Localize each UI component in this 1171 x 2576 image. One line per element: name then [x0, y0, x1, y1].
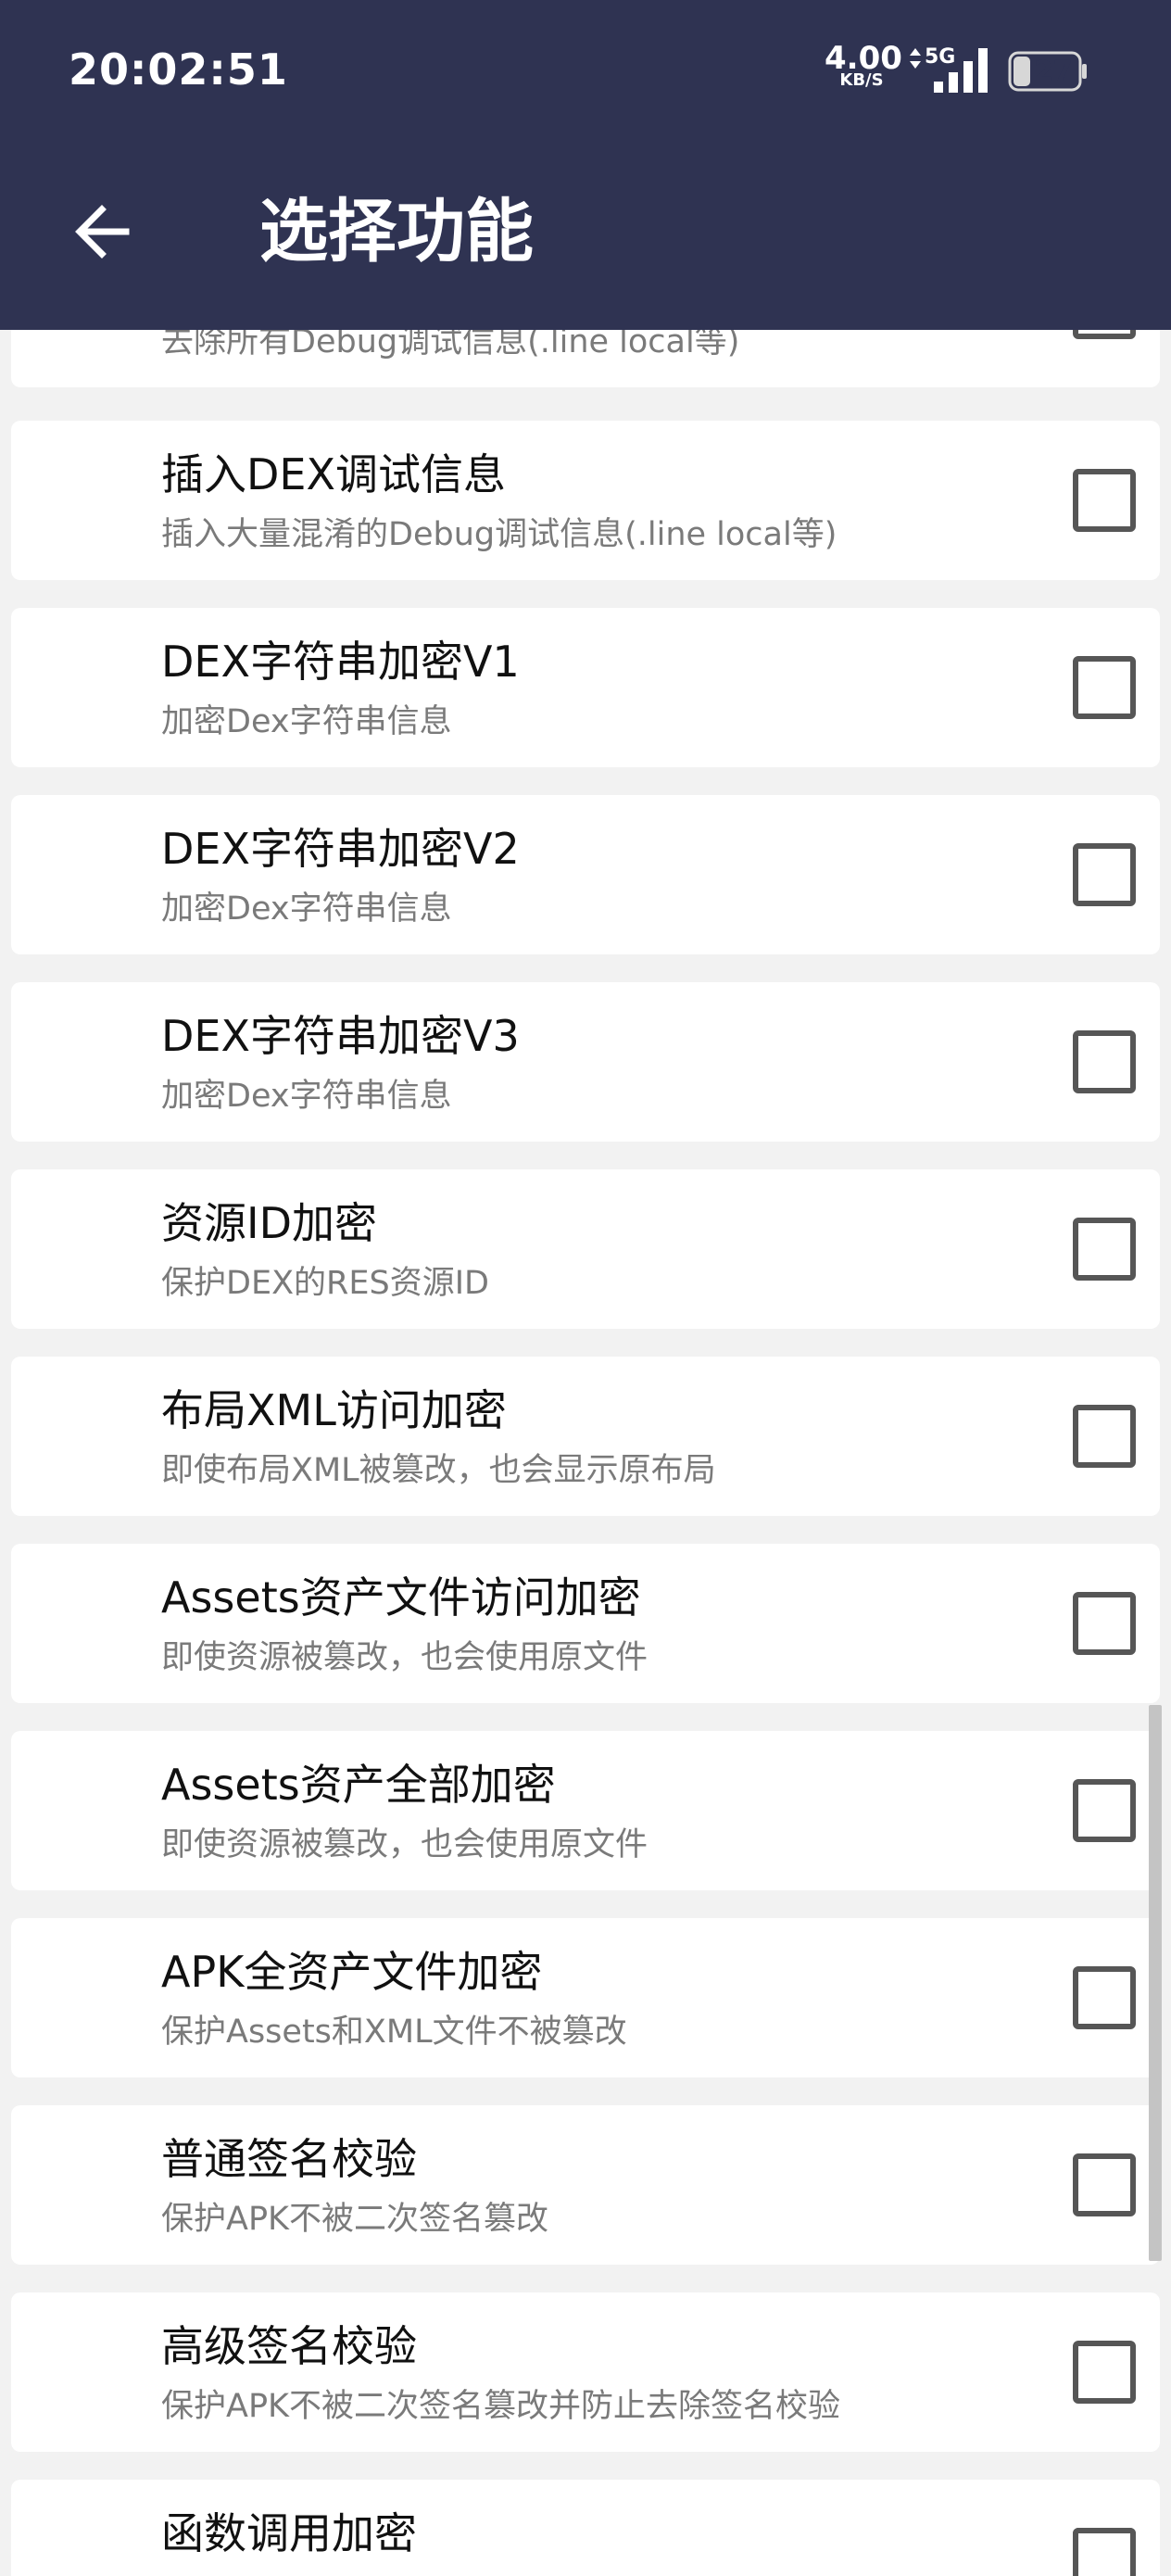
feature-item[interactable]: 普通签名校验 保护APK不被二次签名篡改: [11, 2105, 1160, 2265]
feature-description: 加密Dex字符串信息: [161, 1078, 452, 1115]
feature-checkbox[interactable]: [1073, 469, 1136, 532]
feature-checkbox[interactable]: [1073, 2341, 1136, 2404]
feature-title: Assets资产全部加密: [161, 1760, 556, 1810]
feature-checkbox[interactable]: [1073, 2153, 1136, 2216]
feature-title: 布局XML访问加密: [161, 1385, 507, 1435]
net-speed: 4.00 KB/S: [825, 40, 902, 89]
feature-checkbox[interactable]: [1073, 1966, 1136, 2029]
feature-checkbox[interactable]: [1073, 1218, 1136, 1281]
feature-description: 即使布局XML被篡改，也会显示原布局: [161, 1452, 716, 1489]
feature-item[interactable]: 函数调用加密: [11, 2480, 1160, 2576]
back-button[interactable]: [56, 185, 148, 278]
feature-title: Assets资产文件访问加密: [161, 1572, 641, 1623]
feature-item[interactable]: 布局XML访问加密 即使布局XML被篡改，也会显示原布局: [11, 1357, 1160, 1516]
status-bar: 20:02:51 4.00 KB/S 5G 27: [0, 0, 1171, 139]
feature-title: DEX字符串加密V3: [161, 1011, 520, 1061]
feature-title: 普通签名校验: [161, 2134, 417, 2184]
battery-level: 27: [1034, 56, 1073, 88]
feature-item[interactable]: Assets资产全部加密 即使资源被篡改，也会使用原文件: [11, 1731, 1160, 1890]
feature-checkbox[interactable]: [1073, 1030, 1136, 1093]
feature-description: 插入大量混淆的Debug调试信息(.line local等): [161, 516, 837, 553]
feature-item[interactable]: DEX字符串加密V3 加密Dex字符串信息: [11, 982, 1160, 1142]
feature-description: 保护DEX的RES资源ID: [161, 1265, 489, 1302]
feature-checkbox[interactable]: [1073, 1405, 1136, 1468]
feature-item[interactable]: DEX字符串加密V1 加密Dex字符串信息: [11, 608, 1160, 767]
scrollbar[interactable]: [1149, 1705, 1162, 2261]
app-bar: 20:02:51 4.00 KB/S 5G 27 选择功能: [0, 0, 1171, 330]
feature-description: 保护APK不被二次签名篡改: [161, 2201, 549, 2238]
feature-description: 加密Dex字符串信息: [161, 890, 452, 928]
feature-title: 资源ID加密: [161, 1198, 377, 1248]
feature-checkbox[interactable]: [1073, 1592, 1136, 1655]
feature-title: DEX字符串加密V1: [161, 637, 520, 687]
arrow-left-icon: [75, 205, 130, 259]
status-time: 20:02:51: [69, 44, 288, 95]
feature-description: 即使资源被篡改，也会使用原文件: [161, 1826, 648, 1863]
feature-checkbox[interactable]: [1073, 843, 1136, 906]
network-type: 5G: [925, 45, 955, 69]
feature-checkbox[interactable]: [1073, 2528, 1136, 2576]
feature-checkbox[interactable]: [1073, 656, 1136, 719]
feature-title: DEX字符串加密V2: [161, 824, 520, 874]
feature-description: 即使资源被篡改，也会使用原文件: [161, 1639, 648, 1676]
page-title: 选择功能: [259, 192, 534, 271]
feature-checkbox[interactable]: [1073, 1779, 1136, 1842]
feature-item[interactable]: 插入DEX调试信息 插入大量混淆的Debug调试信息(.line local等): [11, 421, 1160, 580]
feature-title: 函数调用加密: [161, 2508, 417, 2558]
feature-description: 保护APK不被二次签名篡改并防止去除签名校验: [161, 2388, 841, 2425]
feature-description: 保护Assets和XML文件不被篡改: [161, 2014, 627, 2051]
feature-item[interactable]: DEX字符串加密V2 加密Dex字符串信息: [11, 795, 1160, 954]
feature-description: 加密Dex字符串信息: [161, 703, 452, 740]
feature-title: APK全资产文件加密: [161, 1947, 543, 1997]
battery-icon: 27: [1008, 51, 1088, 92]
feature-item[interactable]: APK全资产文件加密 保护Assets和XML文件不被篡改: [11, 1918, 1160, 2077]
feature-title: 高级签名校验: [161, 2321, 417, 2371]
feature-item[interactable]: Assets资产文件访问加密 即使资源被篡改，也会使用原文件: [11, 1544, 1160, 1703]
net-speed-value: 4.00: [825, 40, 902, 77]
signal-5g-icon: 5G: [910, 45, 988, 93]
feature-item[interactable]: 高级签名校验 保护APK不被二次签名篡改并防止去除签名校验: [11, 2292, 1160, 2452]
feature-title: 插入DEX调试信息: [161, 449, 506, 499]
feature-item[interactable]: 资源ID加密 保护DEX的RES资源ID: [11, 1169, 1160, 1329]
